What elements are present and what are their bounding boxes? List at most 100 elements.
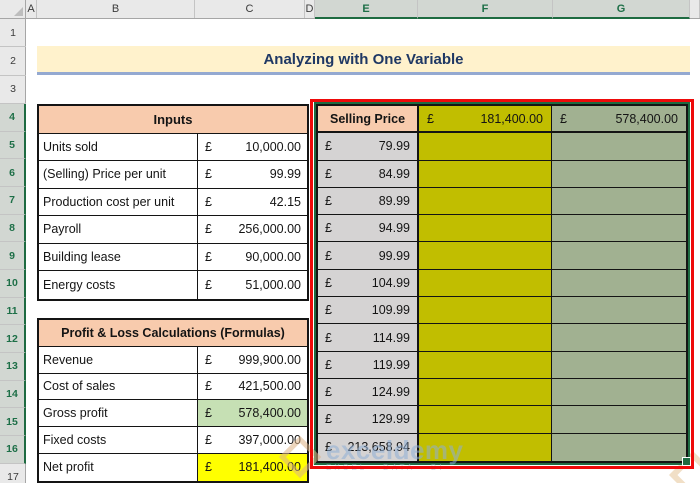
pnl-value-cell[interactable]: £421,500.00 [198, 374, 307, 400]
row-header-12[interactable]: 12 [0, 325, 26, 353]
column-header-C[interactable]: C [195, 0, 305, 18]
inputs-table-header[interactable]: Inputs [39, 106, 307, 134]
row-header-6[interactable]: 6 [0, 159, 26, 187]
cell-gross-profit-column[interactable] [552, 324, 686, 351]
row-header-1[interactable]: 1 [0, 19, 26, 48]
inputs-label[interactable]: Units sold [39, 133, 198, 160]
cell-selling-price[interactable]: £89.99 [318, 187, 419, 215]
pnl-label[interactable]: Gross profit [39, 400, 198, 427]
pnl-label[interactable]: Cost of sales [39, 373, 198, 400]
cell-net-profit-column[interactable] [419, 406, 552, 433]
cell-selling-price[interactable]: £94.99 [318, 215, 419, 242]
column-header-B[interactable]: B [37, 0, 195, 18]
cell-net-profit-column[interactable] [419, 324, 552, 351]
row-header-8[interactable]: 8 [0, 214, 26, 243]
row-header-2[interactable]: 2 [0, 47, 26, 76]
cell-gross-profit-column[interactable] [552, 351, 686, 378]
inputs-value-cell[interactable]: £99.99 [198, 161, 307, 188]
row-header-10[interactable]: 10 [0, 269, 26, 298]
inputs-label[interactable]: Building lease [39, 243, 198, 270]
cell-gross-profit-column[interactable] [552, 215, 686, 242]
inputs-label[interactable]: Energy costs [39, 271, 198, 299]
row-header-11[interactable]: 11 [0, 297, 26, 326]
inputs-value-cell[interactable]: £256,000.00 [198, 216, 307, 243]
inputs-label[interactable]: Production cost per unit [39, 188, 198, 215]
cell-net-profit-column[interactable] [419, 351, 552, 378]
cell-gross-profit-column[interactable] [552, 378, 686, 406]
row-header-3[interactable]: 3 [0, 76, 26, 104]
column-header-A[interactable]: A [26, 0, 37, 18]
cell-gross-profit-column[interactable] [552, 269, 686, 297]
row-header-4[interactable]: 4 [0, 104, 26, 132]
row-header-7[interactable]: 7 [0, 186, 26, 215]
cell-gross-profit-column[interactable] [552, 133, 686, 160]
cell-selling-price[interactable]: £84.99 [318, 160, 419, 187]
cell-net-profit-column[interactable] [419, 378, 552, 406]
currency-symbol: £ [325, 139, 332, 154]
worksheet-title-cell[interactable]: Analyzing with One Variable [37, 46, 690, 75]
data-table-header-net-profit-cell[interactable]: £ 181,400.00 [419, 106, 552, 132]
currency-symbol: £ [325, 194, 332, 209]
cell-net-profit-column[interactable] [419, 133, 552, 160]
inputs-value-cell[interactable]: £90,000.00 [198, 244, 307, 271]
pnl-label[interactable]: Net profit [39, 453, 198, 481]
row-header-5[interactable]: 5 [0, 131, 26, 160]
cell-net-profit-column[interactable] [419, 160, 552, 187]
inputs-row: Units sold £10,000.00 [39, 133, 307, 161]
cell-selling-price[interactable]: £129.99 [318, 406, 419, 433]
pnl-value-cell[interactable]: £578,400.00 [198, 400, 307, 427]
inputs-value-cell[interactable]: £51,000.00 [198, 271, 307, 299]
data-table-rows: £79.99 £84.99 £89.99 £94.99 £99.99 £104.99 £10… [318, 133, 686, 461]
cell-selling-price[interactable]: £109.99 [318, 297, 419, 324]
row-header-15[interactable]: 15 [0, 408, 26, 436]
pnl-value-cell[interactable]: £397,000.00 [198, 427, 307, 453]
cell-gross-profit-column[interactable] [552, 433, 686, 461]
cell-gross-profit-column[interactable] [552, 406, 686, 433]
pnl-value-cell[interactable]: £181,400.00 [198, 453, 307, 481]
cell-net-profit-column[interactable] [419, 433, 552, 461]
row-header-9[interactable]: 9 [0, 242, 26, 270]
column-header-F[interactable]: F [418, 0, 553, 19]
cell-net-profit-column[interactable] [419, 187, 552, 215]
column-header-E[interactable]: E [315, 0, 418, 19]
cell-gross-profit-column[interactable] [552, 297, 686, 324]
pnl-label[interactable]: Fixed costs [39, 427, 198, 453]
pnl-table-header[interactable]: Profit & Loss Calculations (Formulas) [39, 320, 307, 347]
row-header-17[interactable]: 17 [0, 464, 26, 483]
cell-net-profit-column[interactable] [419, 215, 552, 242]
cell-selling-price[interactable]: £99.99 [318, 242, 419, 269]
cell-selling-price[interactable]: £124.99 [318, 378, 419, 406]
cell-net-profit-column[interactable] [419, 242, 552, 269]
data-table-header-gross-profit-cell[interactable]: £ 578,400.00 [552, 106, 686, 132]
row-header-14[interactable]: 14 [0, 380, 26, 409]
cell-selling-price[interactable]: £119.99 [318, 351, 419, 378]
inputs-value-cell[interactable]: £10,000.00 [198, 134, 307, 161]
pnl-amount: 181,400.00 [238, 460, 301, 475]
selling-price-value: 129.99 [371, 412, 410, 427]
column-header-blank[interactable] [690, 0, 700, 18]
row-header-13[interactable]: 13 [0, 352, 26, 381]
data-table-header-selling-price[interactable]: Selling Price [318, 106, 419, 132]
row-header-16[interactable]: 16 [0, 435, 26, 464]
fill-handle[interactable] [682, 456, 691, 466]
cell-selling-price[interactable]: £114.99 [318, 324, 419, 351]
column-headers: ABCDEFG [0, 0, 700, 19]
cell-net-profit-column[interactable] [419, 269, 552, 297]
cell-selling-price[interactable]: £104.99 [318, 269, 419, 297]
column-header-G[interactable]: G [553, 0, 690, 19]
inputs-label[interactable]: Payroll [39, 216, 198, 243]
column-header-D[interactable]: D [305, 0, 315, 18]
currency-symbol: £ [325, 303, 332, 318]
cell-gross-profit-column[interactable] [552, 242, 686, 269]
select-all-button[interactable] [0, 0, 26, 19]
cell-net-profit-column[interactable] [419, 297, 552, 324]
cell-selling-price[interactable]: £213,658.94 [318, 433, 419, 461]
inputs-label[interactable]: (Selling) Price per unit [39, 161, 198, 188]
inputs-value-cell[interactable]: £42.15 [198, 189, 307, 216]
inputs-amount: 256,000.00 [238, 222, 301, 237]
pnl-value-cell[interactable]: £999,900.00 [198, 347, 307, 373]
cell-gross-profit-column[interactable] [552, 187, 686, 215]
pnl-label[interactable]: Revenue [39, 346, 198, 373]
cell-gross-profit-column[interactable] [552, 160, 686, 187]
cell-selling-price[interactable]: £79.99 [318, 133, 419, 160]
